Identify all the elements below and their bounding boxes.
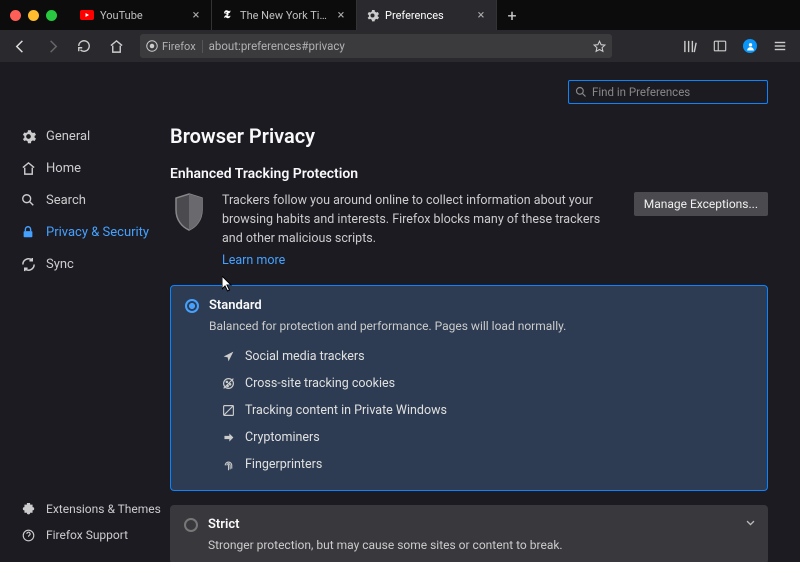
- tab-strip: YouTube × 𝕿 The New York Times - Breakin…: [72, 0, 527, 30]
- section-heading-etp: Enhanced Tracking Protection: [170, 166, 768, 182]
- main-pane: Browser Privacy Enhanced Tracking Protec…: [170, 62, 800, 562]
- url-bar[interactable]: Firefox about:preferences#privacy: [140, 34, 612, 58]
- option-title: Standard: [209, 298, 262, 313]
- sidebar-item-label: Search: [46, 193, 86, 208]
- find-in-preferences[interactable]: [568, 80, 768, 104]
- sync-icon: [20, 256, 36, 272]
- sidebar-item-label: Extensions & Themes: [46, 502, 161, 516]
- tracker-cryptominers: Cryptominers: [221, 424, 753, 451]
- sidebar-item-label: Sync: [46, 257, 74, 272]
- url-text: about:preferences#privacy: [209, 39, 587, 53]
- sidebar-item-support[interactable]: Firefox Support: [20, 522, 170, 548]
- tab-youtube[interactable]: YouTube ×: [72, 0, 212, 30]
- option-standard[interactable]: Standard Balanced for protection and per…: [170, 285, 768, 491]
- chevron-down-icon: [745, 517, 756, 528]
- sidebar-item-label: Home: [46, 161, 81, 176]
- gear-icon: [365, 8, 379, 22]
- close-icon[interactable]: ×: [474, 8, 488, 22]
- gear-icon: [20, 128, 36, 144]
- social-tracker-icon: [221, 350, 235, 364]
- reload-button[interactable]: [70, 32, 98, 60]
- search-icon: [575, 86, 587, 98]
- close-icon[interactable]: ×: [189, 8, 203, 22]
- tracker-social: Social media trackers: [221, 343, 753, 370]
- category-sidebar: General Home Search Privacy & Security S…: [0, 62, 170, 562]
- tracker-fingerprinters: Fingerprinters: [221, 451, 753, 478]
- back-button[interactable]: [6, 32, 34, 60]
- home-button[interactable]: [102, 32, 130, 60]
- nyt-icon: 𝕿: [220, 8, 234, 22]
- sidebar-item-label: Privacy & Security: [46, 225, 149, 240]
- lock-icon: [20, 224, 36, 240]
- puzzle-icon: [20, 501, 36, 517]
- youtube-icon: [80, 8, 94, 22]
- close-window-button[interactable]: [10, 10, 21, 21]
- app-menu-button[interactable]: [766, 32, 794, 60]
- nav-toolbar: Firefox about:preferences#privacy: [0, 30, 800, 62]
- sidebar-item-privacy[interactable]: Privacy & Security: [20, 216, 170, 248]
- learn-more-link[interactable]: Learn more: [222, 252, 285, 271]
- close-icon[interactable]: ×: [334, 8, 348, 22]
- identity-box[interactable]: Firefox: [146, 40, 203, 53]
- tab-title: The New York Times - Breakin…: [240, 9, 328, 22]
- page-heading: Browser Privacy: [170, 124, 768, 148]
- cryptominer-icon: [221, 431, 235, 445]
- etp-intro: Trackers follow you around online to col…: [170, 192, 768, 271]
- tab-nytimes[interactable]: 𝕿 The New York Times - Breakin… ×: [212, 0, 357, 30]
- minimize-window-button[interactable]: [28, 10, 39, 21]
- sidebar-item-label: General: [46, 129, 90, 144]
- sidebar-item-sync[interactable]: Sync: [20, 248, 170, 280]
- preferences-page: General Home Search Privacy & Security S…: [0, 62, 800, 562]
- forward-button[interactable]: [38, 32, 66, 60]
- new-tab-button[interactable]: +: [497, 0, 527, 30]
- tab-title: Preferences: [385, 9, 468, 22]
- option-strict[interactable]: Strict Stronger protection, but may caus…: [170, 505, 768, 562]
- home-icon: [20, 160, 36, 176]
- option-description: Balanced for protection and performance.…: [209, 319, 753, 333]
- maximize-window-button[interactable]: [46, 10, 57, 21]
- titlebar: YouTube × 𝕿 The New York Times - Breakin…: [0, 0, 800, 30]
- firefox-icon: [146, 40, 158, 52]
- tracking-content-icon: [221, 404, 235, 418]
- sidebar-item-general[interactable]: General: [20, 120, 170, 152]
- etp-description: Trackers follow you around online to col…: [222, 193, 600, 246]
- option-title: Strict: [208, 517, 240, 532]
- sidebar-item-home[interactable]: Home: [20, 152, 170, 184]
- account-badge-icon: [743, 39, 757, 53]
- library-button[interactable]: [676, 32, 704, 60]
- search-icon: [20, 192, 36, 208]
- sidebar-button[interactable]: [706, 32, 734, 60]
- account-button[interactable]: [736, 32, 764, 60]
- search-input[interactable]: [592, 85, 761, 99]
- shield-icon: [170, 192, 208, 232]
- bookmark-star-icon[interactable]: [593, 40, 606, 53]
- tab-title: YouTube: [100, 9, 183, 22]
- help-icon: [20, 527, 36, 543]
- sidebar-item-extensions[interactable]: Extensions & Themes: [20, 496, 170, 522]
- identity-label: Firefox: [162, 40, 196, 53]
- tracker-content: Tracking content in Private Windows: [221, 397, 753, 424]
- window-controls: [0, 10, 72, 21]
- tracker-list: Social media trackers Cross-site trackin…: [221, 343, 753, 478]
- radio-strict[interactable]: [184, 518, 198, 532]
- cookie-icon: [221, 377, 235, 391]
- option-description: Stronger protection, but may cause some …: [208, 538, 754, 552]
- tab-preferences[interactable]: Preferences ×: [357, 0, 497, 30]
- sidebar-item-label: Firefox Support: [46, 528, 128, 542]
- fingerprint-icon: [221, 458, 235, 472]
- radio-standard[interactable]: [185, 299, 199, 313]
- sidebar-item-search[interactable]: Search: [20, 184, 170, 216]
- tracker-cookies: Cross-site tracking cookies: [221, 370, 753, 397]
- manage-exceptions-button[interactable]: Manage Exceptions...: [634, 192, 768, 216]
